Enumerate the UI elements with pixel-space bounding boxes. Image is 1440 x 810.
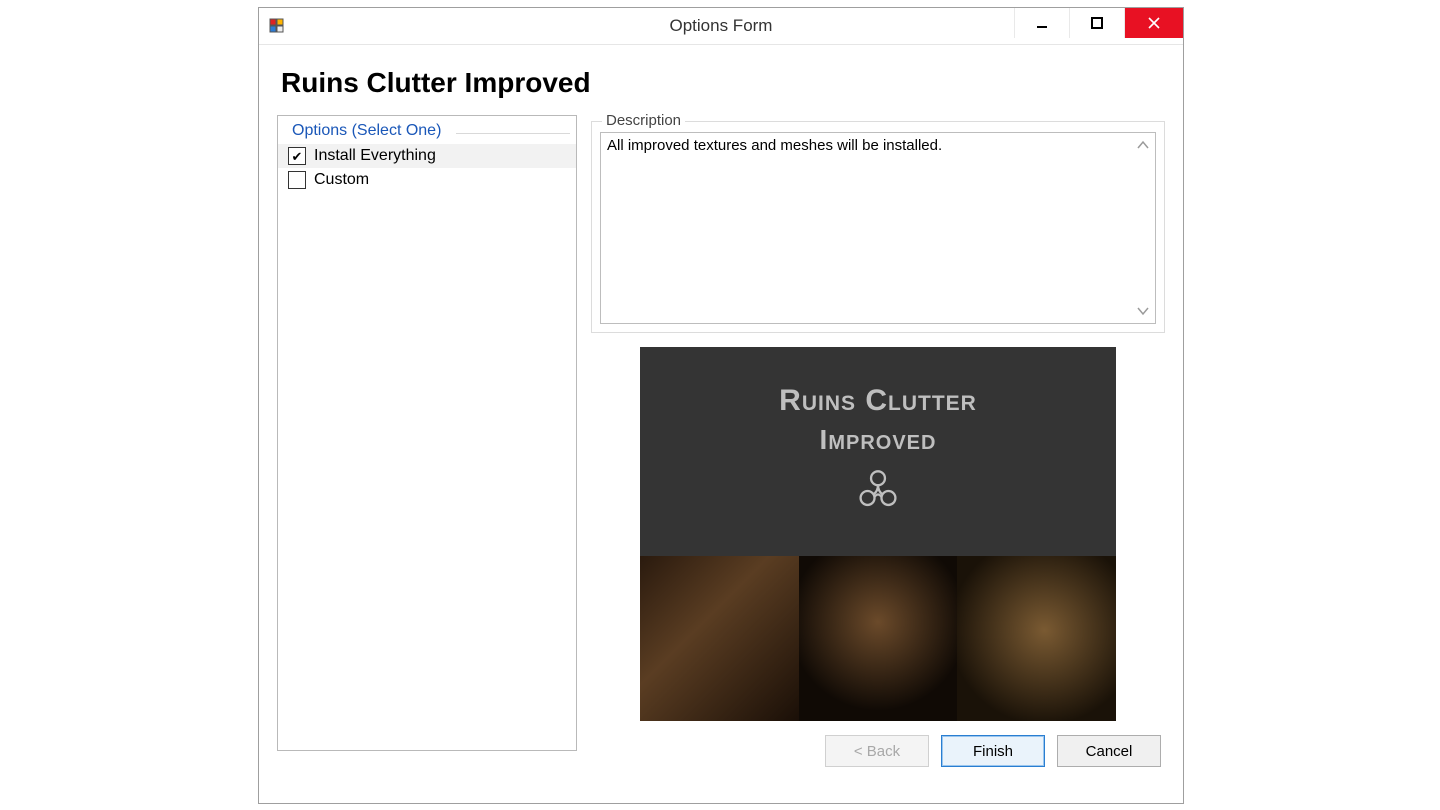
triskele-icon: [849, 462, 907, 520]
button-row: < Back Finish Cancel: [591, 735, 1165, 767]
preview-thumbnails: [640, 556, 1116, 721]
description-legend: Description: [602, 112, 685, 129]
minimize-button[interactable]: [1014, 8, 1069, 38]
maximize-button[interactable]: [1069, 8, 1124, 38]
preview-image: Ruins Clutter Improved: [640, 347, 1116, 721]
preview-title-line2: Improved: [820, 424, 937, 456]
content-area: Ruins Clutter Improved Options (Select O…: [259, 45, 1183, 777]
option-label: Custom: [314, 171, 369, 189]
titlebar[interactable]: Options Form: [259, 8, 1183, 45]
checkbox-icon[interactable]: [288, 171, 306, 189]
option-label: Install Everything: [314, 147, 436, 165]
preview-thumb-3: [957, 556, 1116, 721]
scroll-up-icon[interactable]: [1135, 137, 1151, 153]
checkbox-icon[interactable]: ✔: [288, 147, 306, 165]
preview-banner: Ruins Clutter Improved: [640, 347, 1116, 556]
preview-thumb-1: [640, 556, 799, 721]
option-custom[interactable]: Custom: [278, 168, 576, 192]
body-row: Options (Select One) ✔ Install Everythin…: [277, 115, 1165, 767]
options-header: Options (Select One): [278, 122, 576, 144]
cancel-button[interactable]: Cancel: [1057, 735, 1161, 767]
description-fieldset: Description All improved textures and me…: [591, 121, 1165, 333]
right-column: Description All improved textures and me…: [591, 115, 1165, 767]
page-title: Ruins Clutter Improved: [281, 67, 1165, 99]
app-icon: [269, 18, 285, 34]
scroll-down-icon[interactable]: [1135, 303, 1151, 319]
preview-thumb-2: [799, 556, 958, 721]
description-textbox[interactable]: All improved textures and meshes will be…: [600, 132, 1156, 324]
preview-title-line1: Ruins Clutter: [779, 384, 977, 418]
options-window: Options Form Ruins Clutter Improved Opti…: [258, 7, 1184, 804]
finish-button[interactable]: Finish: [941, 735, 1045, 767]
description-text: All improved textures and meshes will be…: [607, 137, 942, 154]
close-button[interactable]: [1124, 8, 1183, 38]
back-button: < Back: [825, 735, 929, 767]
options-panel: Options (Select One) ✔ Install Everythin…: [277, 115, 577, 751]
window-controls: [1014, 8, 1183, 44]
option-install-everything[interactable]: ✔ Install Everything: [278, 144, 576, 168]
